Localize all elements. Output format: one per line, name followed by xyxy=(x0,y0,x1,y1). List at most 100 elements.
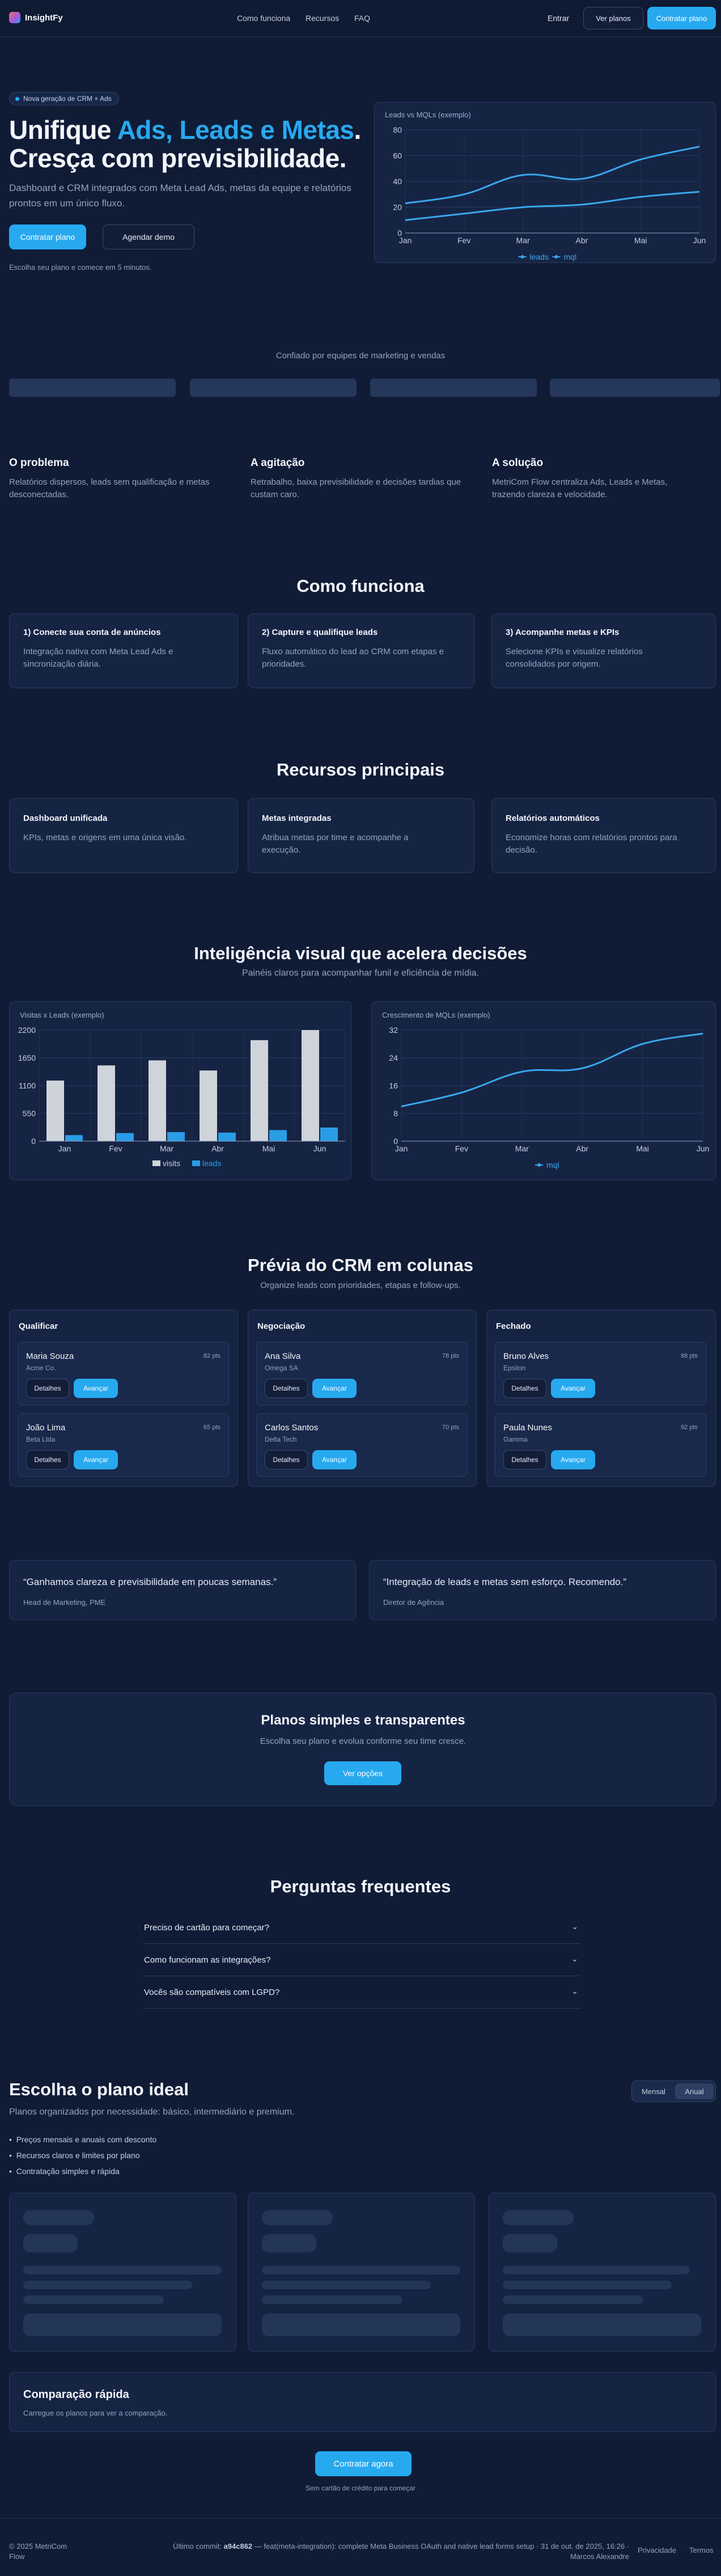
nav-link-faq[interactable]: FAQ xyxy=(354,14,370,23)
lead-details-button[interactable]: Detalhes xyxy=(503,1450,546,1469)
nav-see-plans-button[interactable]: Ver planos xyxy=(583,7,643,29)
pricing-bullet: • Preços mensais e anuais com desconto xyxy=(9,2135,157,2144)
lead-details-button[interactable]: Detalhes xyxy=(265,1379,308,1398)
toggle-annual[interactable]: Anual xyxy=(675,2083,714,2099)
plans-cta-button[interactable]: Ver opções xyxy=(324,1761,401,1785)
pas-text: MetriCom Flow centraliza Ads, Leads e Me… xyxy=(492,477,668,499)
hero-badge: Nova geração de CRM + Ads xyxy=(9,92,119,105)
footer-privacy-link[interactable]: Privacidade xyxy=(638,2546,676,2554)
bar-visits xyxy=(200,1070,217,1141)
features-title: Recursos principais xyxy=(276,760,445,779)
step-card: 1) Conecte sua conta de anúncios Integra… xyxy=(9,613,238,688)
crm-column-title: Qualificar xyxy=(19,1321,58,1331)
nav-link-how[interactable]: Como funciona xyxy=(237,14,290,23)
lead-advance-button[interactable]: Avançar xyxy=(551,1450,595,1469)
lead-card[interactable]: Ana Silva Omega SA 78 pts Detalhes Avanç… xyxy=(256,1342,468,1405)
x-tick-label: Mai xyxy=(262,1144,275,1153)
hero-primary-button[interactable]: Contratar plano xyxy=(9,224,86,249)
lead-card[interactable]: Bruno Alves Epsilon 88 pts Detalhes Avan… xyxy=(495,1342,706,1405)
lead-details-button[interactable]: Detalhes xyxy=(503,1379,546,1398)
lead-card[interactable]: Maria Souza Acme Co. 82 pts Detalhes Ava… xyxy=(18,1342,229,1405)
hero-title-part2: . xyxy=(354,115,362,145)
final-cta-note: Sem cartão de crédito para começar xyxy=(305,2484,416,2492)
lead-score: 78 pts xyxy=(442,1353,459,1359)
hero-demo-button[interactable]: Agendar demo xyxy=(103,224,194,249)
crm-column-title: Negociação xyxy=(257,1321,306,1331)
nav-link-features[interactable]: Recursos xyxy=(306,14,339,23)
feature-text: KPIs, metas e origens em uma única visão… xyxy=(23,833,187,842)
bar-visits xyxy=(149,1060,166,1141)
brand-logo-icon[interactable] xyxy=(9,12,20,23)
crm-column-title: Fechado xyxy=(496,1321,531,1331)
step-title: 1) Conecte sua conta de anúncios xyxy=(23,628,161,637)
skeleton-bar xyxy=(503,2314,701,2336)
lead-company: Delta Tech xyxy=(265,1435,297,1443)
faq-item[interactable]: Preciso de cartão para começar? ⌄ xyxy=(144,1912,580,1944)
legend-swatch xyxy=(152,1160,160,1166)
plans-cta-card: Planos simples e transparentes Escolha s… xyxy=(9,1693,716,1806)
nav-enter-link[interactable]: Entrar xyxy=(548,14,569,23)
trusted-label: Confiado por equipes de marketing e vend… xyxy=(275,351,446,361)
x-tick-label: Mar xyxy=(516,236,530,245)
x-tick-label: Abr xyxy=(211,1144,224,1153)
skeleton-bar xyxy=(23,2210,94,2225)
pricing-subtitle: Planos organizados por necessidade: bási… xyxy=(9,2107,295,2117)
plan-card-skeleton xyxy=(9,2193,236,2352)
logo-placeholder xyxy=(9,379,176,397)
nav-hire-button[interactable]: Contratar plano xyxy=(647,7,716,29)
y-tick-label: 1650 xyxy=(18,1053,36,1062)
faq-title: Perguntas frequentes xyxy=(270,1876,451,1896)
pricing-bullet-text: Preços mensais e anuais com desconto xyxy=(16,2135,157,2144)
bar-visits xyxy=(302,1030,319,1141)
lead-advance-button[interactable]: Avançar xyxy=(74,1450,118,1469)
x-tick-label: Jan xyxy=(399,236,412,245)
crm-title: Prévia do CRM em colunas xyxy=(248,1255,473,1275)
y-tick-label: 60 xyxy=(393,151,402,160)
lead-company: Beta Ltda xyxy=(26,1435,56,1443)
y-tick-label: 0 xyxy=(31,1137,36,1146)
brand-name[interactable]: InsightFy xyxy=(25,13,63,23)
hero-badge-label: Nova geração de CRM + Ads xyxy=(23,95,112,103)
lead-advance-button[interactable]: Avançar xyxy=(312,1379,357,1398)
x-tick-label: Abr xyxy=(576,236,588,245)
lead-details-button[interactable]: Detalhes xyxy=(26,1450,69,1469)
x-tick-label: Abr xyxy=(576,1144,588,1153)
bar-leads xyxy=(218,1132,236,1141)
chevron-down-icon: ⌄ xyxy=(571,1922,578,1931)
hero-title-part1: Unifique xyxy=(9,115,117,145)
logo-placeholder xyxy=(370,379,537,397)
x-tick-label: Fev xyxy=(455,1144,468,1153)
x-tick-label: Jun xyxy=(313,1144,326,1153)
lead-advance-button[interactable]: Avançar xyxy=(74,1379,118,1398)
feature-card: Relatórios automáticos Economize horas c… xyxy=(491,798,716,873)
final-cta-button[interactable]: Contratar agora xyxy=(315,2451,412,2476)
lead-advance-button[interactable]: Avançar xyxy=(312,1450,357,1469)
lead-advance-button[interactable]: Avançar xyxy=(551,1379,595,1398)
plan-card-skeleton xyxy=(248,2193,475,2352)
lead-company: Acme Co. xyxy=(26,1364,56,1372)
crm-column: Fechado Bruno Alves Epsilon 88 pts Detal… xyxy=(486,1310,716,1487)
bar-leads xyxy=(65,1135,83,1141)
crm-column: Negociação Ana Silva Omega SA 78 pts Det… xyxy=(248,1310,477,1487)
compare-text: Carregue os planos para ver a comparação… xyxy=(23,2409,168,2417)
y-tick-label: 40 xyxy=(393,177,402,186)
lead-score: 82 pts xyxy=(203,1353,220,1359)
faq-item[interactable]: Vocês são compatíveis com LGPD? ⌄ xyxy=(144,1976,580,2009)
lead-card[interactable]: Carlos Santos Delta Tech 70 pts Detalhes… xyxy=(256,1413,468,1477)
lead-card[interactable]: Paula Nunes Gamma 92 pts Detalhes Avança… xyxy=(495,1413,706,1477)
footer-copyright-line1: © 2025 MetriCom xyxy=(9,2542,67,2550)
pas-title: A solução xyxy=(492,457,544,469)
lead-card[interactable]: João Lima Beta Ltda 65 pts Detalhes Avan… xyxy=(18,1413,229,1477)
footer-terms-link[interactable]: Termos xyxy=(689,2546,714,2554)
toggle-monthly[interactable]: Mensal xyxy=(634,2083,673,2099)
testimonial-quote: “Integração de leads e metas sem esforço… xyxy=(383,1577,626,1587)
bar-visits xyxy=(251,1040,268,1141)
chevron-down-icon: ⌄ xyxy=(571,1986,578,1995)
skeleton-bar xyxy=(262,2234,316,2252)
lead-details-button[interactable]: Detalhes xyxy=(265,1450,308,1469)
skeleton-bar xyxy=(262,2210,333,2225)
lead-details-button[interactable]: Detalhes xyxy=(26,1379,69,1398)
skeleton-bar xyxy=(503,2210,574,2225)
faq-item[interactable]: Como funcionam as integrações? ⌄ xyxy=(144,1944,580,1976)
step-title: 2) Capture e qualifique leads xyxy=(262,628,378,637)
